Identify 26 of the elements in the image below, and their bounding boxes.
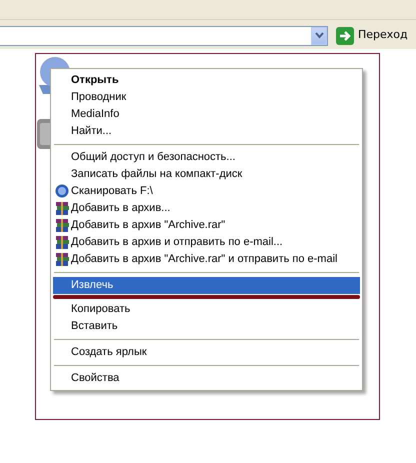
menu-item[interactable]: MediaInfo [53,106,360,123]
dropdown-button[interactable] [311,26,327,44]
menu-item[interactable]: Извлечь [53,277,360,294]
menu-item[interactable]: Вставить [53,318,360,335]
menu-item[interactable]: Общий доступ и безопасность... [53,149,360,166]
menu-item[interactable]: Записать файлы на компакт-диск [53,166,360,183]
info-icon [55,184,69,198]
archive-icon [55,201,70,216]
menu-item[interactable]: Найти... [53,123,360,140]
menu-item[interactable]: Проводник [53,89,360,106]
archive-icon [55,235,70,250]
chevron-icon [314,32,324,39]
drive-icon [37,119,50,149]
menu-item[interactable]: Свойства [53,370,360,387]
menu-item[interactable]: Открыть [53,72,360,89]
menu-item[interactable]: Добавить в архив "Archive.rar" и отправить по e-mail [53,251,360,268]
archive-icon [55,218,70,233]
menu-item[interactable]: Сканировать F:\ [53,183,360,200]
go-button[interactable]: Переход [334,26,410,46]
menu-item[interactable]: Создать ярлык [53,344,360,361]
menu-item[interactable]: Добавить в архив "Archive.rar" [53,217,360,234]
address-field[interactable] [0,26,328,46]
menu-item[interactable]: Добавить в архив... [53,200,360,217]
menu-item[interactable]: Добавить в архив и отправить по e-mail... [53,234,360,251]
archive-icon [55,252,70,267]
menu-item[interactable]: Копировать [53,301,360,318]
